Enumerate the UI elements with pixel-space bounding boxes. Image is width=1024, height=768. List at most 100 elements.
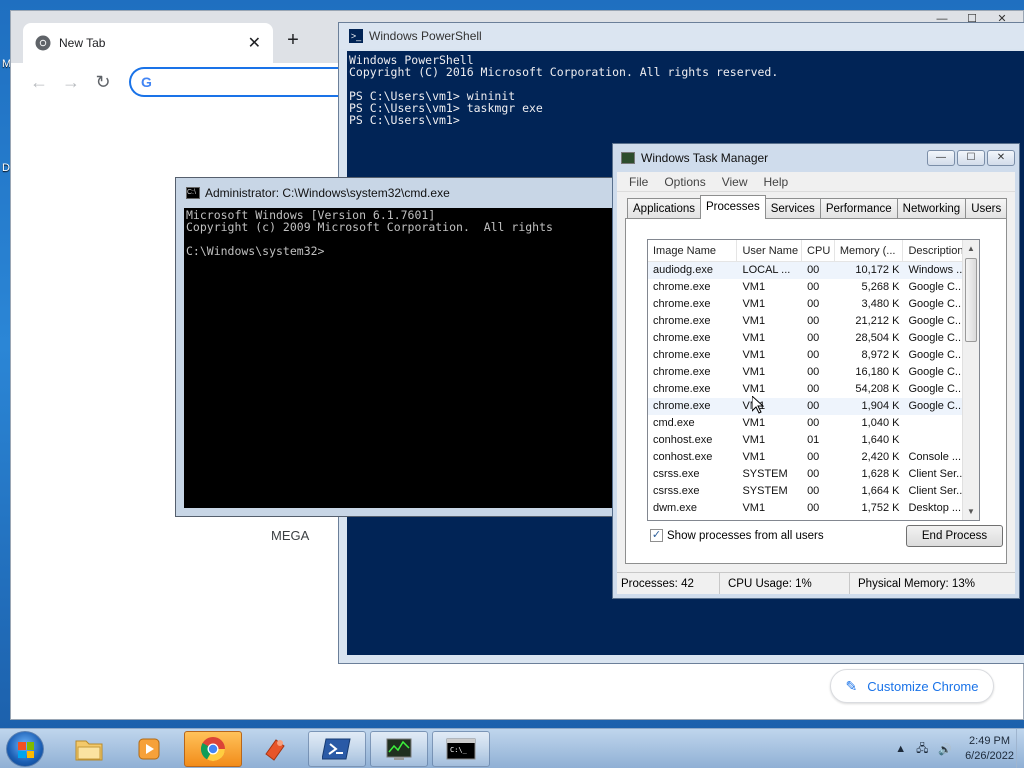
process-list[interactable]: Image Name User Name CPU Memory (... Des… [647, 239, 980, 521]
tab-applications[interactable]: Applications [627, 198, 702, 219]
desktop-icon-label-d[interactable]: D [2, 162, 10, 174]
cell-image-name: dwm.exe [653, 502, 698, 514]
customize-chrome-button[interactable]: ✎ Customize Chrome [830, 669, 994, 703]
status-processes: Processes: 42 [617, 573, 720, 594]
show-hidden-icons-icon[interactable]: ▲ [895, 743, 906, 755]
table-row[interactable]: audiodg.exe LOCAL ... 00 10,172 K Windows ..… [648, 262, 979, 279]
scroll-up-arrow-icon[interactable]: ▲ [963, 240, 979, 257]
back-arrow-icon[interactable]: ← [23, 72, 55, 93]
table-row[interactable]: csrss.exe SYSTEM 00 1,628 K Client Ser... [648, 466, 979, 483]
checkbox-checked-icon[interactable]: ✓ [650, 529, 663, 542]
end-process-button[interactable]: End Process [906, 525, 1003, 547]
windows-flag-icon [18, 742, 34, 758]
table-row[interactable]: chrome.exe VM1 00 28,504 K Google C... [648, 330, 979, 347]
omnibox[interactable]: G [129, 67, 359, 97]
menu-help[interactable]: Help [756, 175, 797, 189]
cell-image-name: chrome.exe [653, 383, 711, 395]
cell-user-name: VM1 [742, 332, 766, 344]
cell-user-name: VM1 [742, 502, 766, 514]
taskbar-media-player-button[interactable] [120, 731, 178, 767]
table-row[interactable]: csrss.exe SYSTEM 00 1,664 K Client Ser... [648, 483, 979, 500]
close-icon[interactable]: ✕ [987, 150, 1015, 166]
task-manager-tabs: Applications Processes Services Performa… [627, 195, 1008, 219]
taskbar-app-button[interactable] [246, 731, 304, 767]
table-row[interactable]: chrome.exe VM1 00 8,972 K Google C... [648, 347, 979, 364]
cell-memory: 1,628 K [861, 468, 900, 480]
menu-view[interactable]: View [714, 175, 756, 189]
menu-options[interactable]: Options [656, 175, 713, 189]
cell-cpu: 00 [807, 281, 820, 293]
close-tab-icon[interactable]: ✕ [248, 33, 261, 53]
scroll-down-arrow-icon[interactable]: ▼ [963, 503, 979, 520]
show-all-processes-checkbox[interactable]: ✓ Show processes from all users [650, 529, 824, 542]
powershell-titlebar[interactable]: >_ Windows PowerShell [339, 23, 1024, 49]
powershell-title: Windows PowerShell [369, 29, 482, 43]
cell-user-name: VM1 [742, 349, 766, 361]
process-list-header: Image Name User Name CPU Memory (... Des… [648, 240, 979, 262]
taskbar-cmd-button[interactable]: C:\_ [432, 731, 490, 767]
cmd-icon: C:\_ [446, 738, 476, 760]
pencil-icon: ✎ [845, 677, 858, 694]
show-desktop-button[interactable] [1016, 729, 1024, 768]
scroll-thumb[interactable] [965, 258, 977, 342]
cell-memory: 1,640 K [861, 434, 900, 446]
show-all-processes-label: Show processes from all users [667, 529, 824, 542]
network-icon[interactable]: 🖧 [916, 740, 928, 759]
cell-memory: 1,040 K [861, 417, 900, 429]
menu-file[interactable]: File [621, 175, 656, 189]
omnibox-input[interactable] [157, 74, 338, 90]
cmd-console[interactable]: Microsoft Windows [Version 6.1.7601] Cop… [184, 208, 616, 508]
taskbar-chrome-button[interactable] [184, 731, 242, 767]
minimize-icon[interactable]: — [927, 150, 955, 166]
cell-image-name: chrome.exe [653, 400, 711, 412]
taskbar-powershell-button[interactable] [308, 731, 366, 767]
task-manager-menubar: File Options View Help [617, 172, 1015, 192]
task-manager-icon [386, 738, 412, 760]
table-row[interactable]: chrome.exe VM1 00 5,268 K Google C... [648, 279, 979, 296]
cmd-titlebar[interactable]: C:\ Administrator: C:\Windows\system32\c… [176, 178, 624, 208]
mega-shortcut-label[interactable]: MEGA [271, 528, 309, 543]
table-row[interactable]: chrome.exe VM1 00 16,180 K Google C... [648, 364, 979, 381]
table-row[interactable]: chrome.exe VM1 00 21,212 K Google C... [648, 313, 979, 330]
column-cpu[interactable]: CPU [802, 240, 835, 261]
table-row[interactable]: conhost.exe VM1 00 2,420 K Console ... [648, 449, 979, 466]
table-row[interactable]: chrome.exe VM1 00 54,208 K Google C... [648, 381, 979, 398]
cell-cpu: 01 [807, 434, 820, 446]
cell-image-name: conhost.exe [653, 434, 713, 446]
table-row[interactable]: chrome.exeVM1001,904 KGoogle C... [648, 398, 979, 415]
process-list-scrollbar[interactable]: ▲ ▼ [962, 240, 979, 520]
tab-services[interactable]: Services [764, 198, 821, 219]
start-button[interactable] [6, 731, 44, 767]
clock[interactable]: 2:49 PM 6/26/2022 [965, 734, 1014, 764]
cell-cpu: 00 [807, 332, 820, 344]
table-row[interactable]: chrome.exe VM1 00 3,480 K Google C... [648, 296, 979, 313]
forward-arrow-icon[interactable]: → [55, 72, 87, 93]
status-physical-memory: Physical Memory: 13% [858, 578, 975, 590]
chrome-tab-new-tab[interactable]: New Tab ✕ [23, 23, 273, 63]
status-cpu-usage: CPU Usage: 1% [720, 573, 850, 594]
cell-memory: 16,180 K [855, 366, 900, 378]
taskbar-task-manager-button[interactable] [370, 731, 428, 767]
maximize-icon[interactable]: ☐ [957, 150, 985, 166]
process-rows: audiodg.exe LOCAL ... 00 10,172 K Windows ..… [648, 262, 979, 517]
tab-performance[interactable]: Performance [819, 198, 898, 219]
column-user-name[interactable]: User Name [737, 240, 803, 261]
table-row[interactable]: dwm.exe VM1 00 1,752 K Desktop ... [648, 500, 979, 517]
tab-networking[interactable]: Networking [896, 198, 967, 219]
cell-memory: 21,212 K [855, 315, 900, 327]
cell-image-name: chrome.exe [653, 366, 711, 378]
powershell-icon [322, 738, 351, 760]
column-memory[interactable]: Memory (... [835, 240, 904, 261]
column-image-name[interactable]: Image Name [648, 240, 738, 261]
taskbar-explorer-button[interactable] [60, 731, 118, 767]
cell-cpu: 00 [807, 349, 820, 361]
volume-icon[interactable]: 🔊 [938, 743, 952, 756]
tab-processes[interactable]: Processes [700, 195, 766, 219]
system-tray: ▲ 🖧 🔊 2:49 PM 6/26/2022 [890, 733, 1014, 765]
table-row[interactable]: conhost.exe VM1 01 1,640 K [648, 432, 979, 449]
tab-users[interactable]: Users [965, 198, 1008, 219]
new-tab-button[interactable]: + [279, 27, 307, 55]
reload-icon[interactable]: ↻ [87, 72, 119, 93]
task-manager-titlebar[interactable]: Windows Task Manager — ☐ ✕ [613, 144, 1019, 172]
table-row[interactable]: cmd.exe VM1 00 1,040 K [648, 415, 979, 432]
